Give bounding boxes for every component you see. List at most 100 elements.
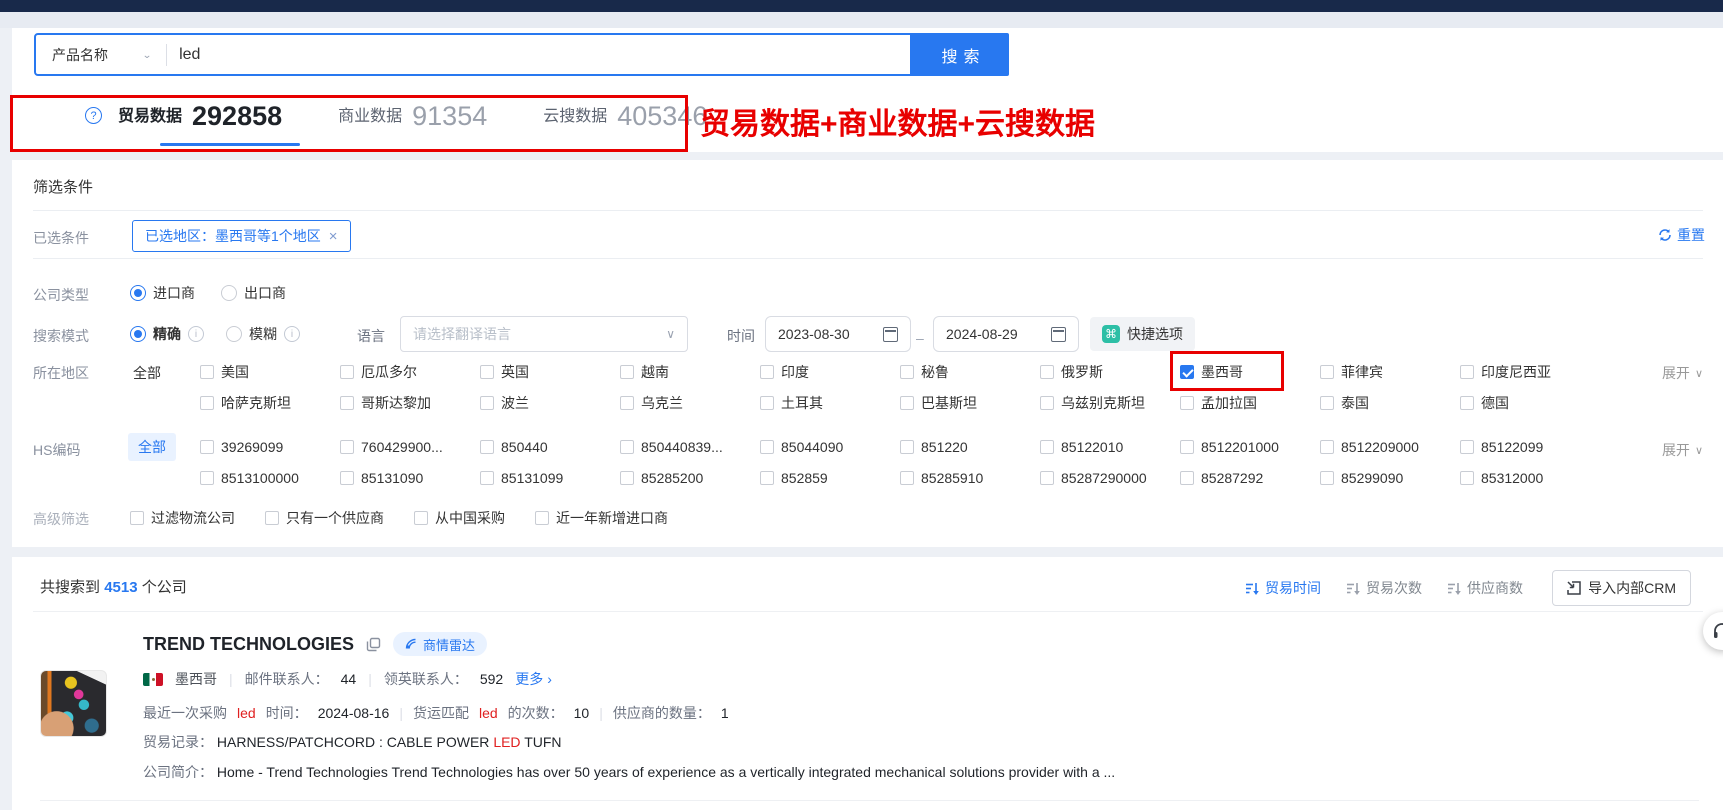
advanced-checkbox[interactable]: 从中国采购 [414, 508, 505, 528]
date-start-input[interactable]: 2023-08-30 [765, 316, 911, 352]
reset-button[interactable]: 重置 [1658, 225, 1705, 245]
region-label: 所在地区 [33, 363, 89, 383]
region-checkbox[interactable]: 美国 [200, 362, 340, 382]
divider [33, 611, 1703, 612]
sort-icon [1448, 582, 1461, 595]
linkedin-contacts-count: 592 [480, 671, 503, 687]
info-icon: i [188, 326, 204, 342]
advanced-filter-options: 过滤物流公司 只有一个供应商 从中国采购 近一年新增进口商 [130, 508, 668, 528]
radar-icon [405, 638, 417, 650]
chevron-down-icon: ∨ [1695, 444, 1703, 457]
region-checkbox[interactable]: 土耳其 [760, 393, 900, 413]
region-checkbox[interactable]: 乌克兰 [620, 393, 760, 413]
region-checkbox[interactable]: 波兰 [480, 393, 620, 413]
search-button[interactable]: 搜索 [912, 33, 1009, 76]
hscode-checkbox[interactable]: 85287290000 [1040, 470, 1180, 486]
region-checkbox[interactable]: 巴基斯坦 [900, 393, 1040, 413]
business-radar-badge[interactable]: 商情雷达 [393, 632, 487, 656]
page: 产品名称 ⌄ 搜索 ? 贸易数据 292858 商业数据 91354 云搜数据 … [0, 0, 1723, 810]
region-checkbox[interactable]: 菲律宾 [1320, 362, 1460, 382]
browser-top-bar [0, 0, 1723, 12]
language-select[interactable]: 请选择翻译语言 ∨ [400, 316, 688, 352]
hscode-checkbox[interactable]: 85287292 [1180, 470, 1320, 486]
email-contacts-count: 44 [341, 671, 357, 687]
filters-title: 筛选条件 [33, 176, 93, 197]
company-profile-row: 公司简介： Home - Trend Technologies Trend Te… [143, 762, 1115, 782]
date-end-input[interactable]: 2024-08-29 [933, 316, 1079, 352]
divider [33, 210, 1703, 211]
hscode-checkbox[interactable]: 85131090 [340, 470, 480, 486]
hscode-checkbox[interactable]: 8512201000 [1180, 439, 1320, 455]
search-mode-options: 精确 i 模糊 i [130, 324, 300, 344]
hscode-checkbox[interactable]: 85122010 [1040, 439, 1180, 455]
hscode-checkbox[interactable]: 85312000 [1460, 470, 1600, 486]
region-checkbox[interactable]: 秘鲁 [900, 362, 1040, 382]
hscode-checkbox[interactable]: 85285910 [900, 470, 1040, 486]
hscode-checkbox[interactable]: 760429900... [340, 439, 480, 455]
search-category-dropdown[interactable]: 产品名称 ⌄ [36, 45, 166, 65]
region-checkbox[interactable]: 德国 [1460, 393, 1600, 413]
hscode-checkbox[interactable]: 85044090 [760, 439, 900, 455]
company-type-label: 公司类型 [33, 285, 89, 305]
sort-trade-time[interactable]: 贸易时间 [1246, 578, 1321, 598]
search-input[interactable] [167, 46, 910, 64]
keyword-highlight: led [479, 705, 498, 721]
radio-fuzzy[interactable]: 模糊 i [226, 324, 300, 344]
region-checkbox[interactable]: 越南 [620, 362, 760, 382]
divider [33, 258, 1703, 259]
results-summary: 共搜索到 4513 个公司 [40, 576, 187, 597]
match-count: 10 [574, 705, 590, 721]
region-all-link[interactable]: 全部 [133, 363, 161, 383]
region-checkbox[interactable]: 哈萨克斯坦 [200, 393, 340, 413]
hscode-all-link[interactable]: 全部 [128, 433, 176, 461]
sort-trade-count[interactable]: 贸易次数 [1347, 578, 1422, 598]
region-checkbox[interactable]: 孟加拉国 [1180, 393, 1320, 413]
quick-options-button[interactable]: ⌘ 快捷选项 [1090, 317, 1195, 351]
search-mode-label: 搜索模式 [33, 326, 89, 346]
hscode-checkbox[interactable]: 85122099 [1460, 439, 1600, 455]
divider [40, 800, 1699, 801]
hscode-checkbox[interactable]: 8512209000 [1320, 439, 1460, 455]
radio-off-icon [226, 326, 242, 342]
sort-supplier-count[interactable]: 供应商数 [1448, 578, 1523, 598]
hscode-checkbox[interactable]: 85131099 [480, 470, 620, 486]
region-checkbox[interactable]: 泰国 [1320, 393, 1460, 413]
radio-exporter[interactable]: 出口商 [221, 283, 286, 303]
region-checkbox[interactable]: 印度尼西亚 [1460, 362, 1600, 382]
region-checkbox[interactable]: 英国 [480, 362, 620, 382]
hscode-checkbox[interactable]: 851220 [900, 439, 1040, 455]
advanced-checkbox[interactable]: 近一年新增进口商 [535, 508, 668, 528]
advanced-checkbox[interactable]: 过滤物流公司 [130, 508, 235, 528]
chevron-down-icon: ∨ [666, 327, 675, 341]
region-checkbox[interactable]: 哥斯达黎加 [340, 393, 480, 413]
region-expand-link[interactable]: 展开∨ [1662, 363, 1703, 383]
hscode-checkbox[interactable]: 39269099 [200, 439, 340, 455]
hscode-label: HS编码 [33, 440, 80, 460]
company-name-link[interactable]: TREND TECHNOLOGIES [143, 634, 354, 655]
annotation-text-tabs: 贸易数据+商业数据+云搜数据 [700, 99, 1095, 143]
region-checkbox[interactable]: 印度 [760, 362, 900, 382]
region-checkbox[interactable]: 厄瓜多尔 [340, 362, 480, 382]
hscode-checkbox[interactable]: 85285200 [620, 470, 760, 486]
hscode-checkbox[interactable]: 850440839... [620, 439, 760, 455]
copy-icon[interactable] [366, 637, 381, 652]
advanced-checkbox[interactable]: 只有一个供应商 [265, 508, 384, 528]
import-crm-button[interactable]: 导入内部CRM [1552, 570, 1691, 606]
radio-importer[interactable]: 进口商 [130, 283, 195, 303]
company-thumbnail[interactable] [40, 670, 107, 737]
search-category-label: 产品名称 [52, 45, 108, 65]
hscode-checkbox[interactable]: 8513100000 [200, 470, 340, 486]
chevron-down-icon: ∨ [1695, 367, 1703, 380]
hscode-checkbox[interactable]: 850440 [480, 439, 620, 455]
trade-record-row: 贸易记录： HARNESS/PATCHCORD : CABLE POWER LE… [143, 732, 562, 752]
selected-region-tag[interactable]: 已选地区：墨西哥等1个地区 × [132, 220, 351, 252]
tag-close-icon[interactable]: × [329, 228, 338, 245]
annotation-rect-tabs [10, 95, 688, 152]
hscode-checkbox[interactable]: 85299090 [1320, 470, 1460, 486]
more-link[interactable]: 更多 › [515, 669, 552, 689]
radio-exact[interactable]: 精确 i [130, 324, 204, 344]
hscode-expand-link[interactable]: 展开∨ [1662, 440, 1703, 460]
region-checkbox[interactable]: 俄罗斯 [1040, 362, 1180, 382]
region-checkbox[interactable]: 乌兹别克斯坦 [1040, 393, 1180, 413]
hscode-checkbox[interactable]: 852859 [760, 470, 900, 486]
